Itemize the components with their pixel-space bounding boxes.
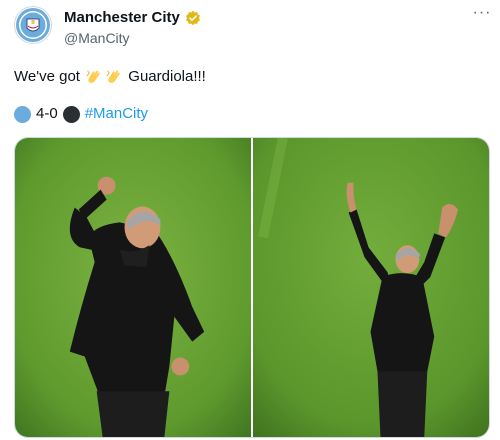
celebrating-manager-arms-raised-photo — [253, 138, 489, 437]
photo-left[interactable] — [15, 138, 251, 437]
clapping-hands-icon — [86, 70, 100, 83]
tweet-text: We've got Guardiola!!! — [14, 66, 206, 88]
photo-right[interactable] — [253, 138, 489, 437]
avatar[interactable] — [14, 6, 52, 44]
hashtag-link[interactable]: #ManCity — [85, 103, 148, 125]
score-line: 4-0 #ManCity — [14, 103, 148, 125]
media-grid — [14, 137, 490, 438]
celebrating-manager-fist-pump-photo — [15, 138, 251, 437]
clapping-hands-icon — [106, 70, 120, 83]
blue-circle-icon — [14, 105, 31, 123]
score: 4-0 — [36, 105, 58, 122]
manchester-city-crest-icon — [16, 8, 50, 42]
tweet-text-before: We've got — [14, 68, 85, 85]
display-name[interactable]: Manchester City — [64, 9, 180, 27]
more-options-icon[interactable]: ··· — [470, 5, 494, 22]
handle[interactable]: @ManCity — [64, 30, 130, 46]
tweet-text-after: Guardiola!!! — [124, 68, 206, 85]
black-circle-icon — [62, 105, 80, 123]
gold-verified-badge-icon — [185, 10, 200, 26]
